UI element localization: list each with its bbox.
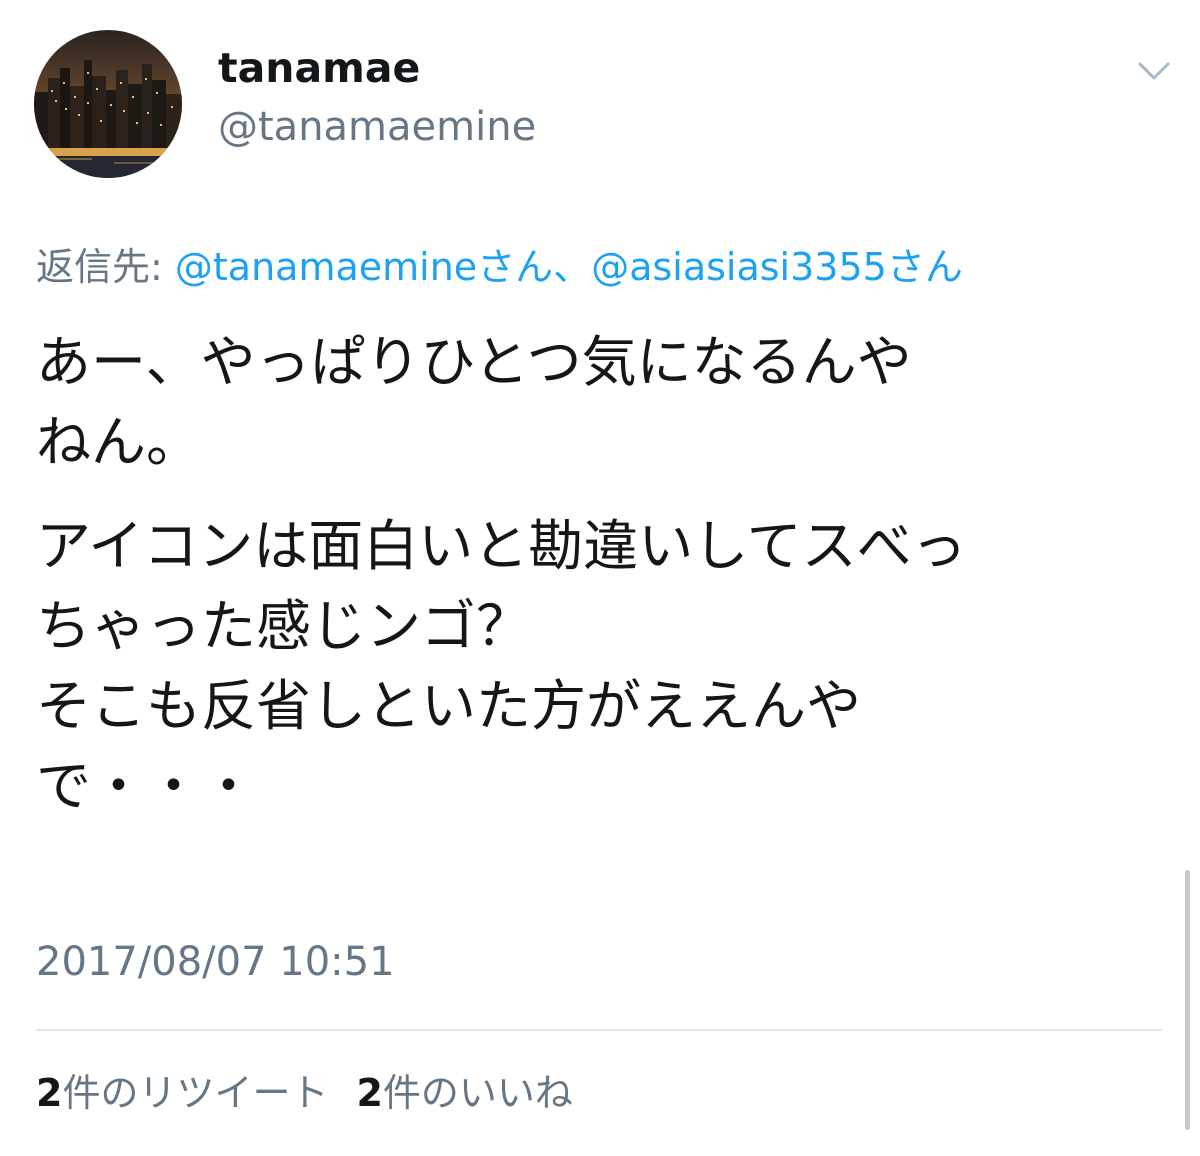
scrollbar[interactable] (1185, 870, 1190, 1130)
reply-to-line: 返信先: @tanamaemineさん、@asiasiasi3355さん (36, 242, 963, 292)
tweet-paragraph: あー、やっぱりひとつ気になるんや ねん。 (36, 330, 912, 474)
tweet-detail: tanamae @tanamaemine 返信先: @tanamaemineさん… (0, 0, 1200, 1156)
chevron-down-icon[interactable] (1136, 58, 1172, 84)
retweets-stat[interactable]: 2件のリツイート (36, 1071, 328, 1115)
divider (36, 1029, 1162, 1031)
tweet-text: あー、やっぱりひとつ気になるんや ねん。 アイコンは面白いと勘違いしてスべっ ち… (36, 322, 1166, 850)
tweet-timestamp: 2017/08/07 10:51 (36, 939, 395, 985)
reply-mention-separator: 、 (553, 245, 592, 289)
likes-count: 2 (356, 1071, 383, 1115)
engagement-stats: 2件のリツイート 2件のいいね (36, 1068, 601, 1118)
likes-label: 件のいいね (382, 1071, 573, 1115)
likes-stat[interactable]: 2件のいいね (356, 1071, 572, 1115)
avatar[interactable] (34, 30, 182, 178)
reply-mention-2[interactable]: @asiasiasi3355さん (591, 245, 963, 289)
tweet-paragraph: アイコンは面白いと勘違いしてスべっ ちゃった感じンゴ？ そこも反省しといた方がえ… (36, 514, 967, 818)
user-handle[interactable]: @tanamaemine (218, 102, 536, 152)
reply-to-label: 返信先: (36, 245, 175, 289)
reply-mention-1[interactable]: @tanamaemineさん (175, 245, 553, 289)
retweets-label: 件のリツイート (62, 1071, 329, 1115)
display-name[interactable]: tanamae (218, 42, 420, 94)
retweets-count: 2 (36, 1071, 63, 1115)
city-night-skyline-icon (34, 30, 182, 178)
